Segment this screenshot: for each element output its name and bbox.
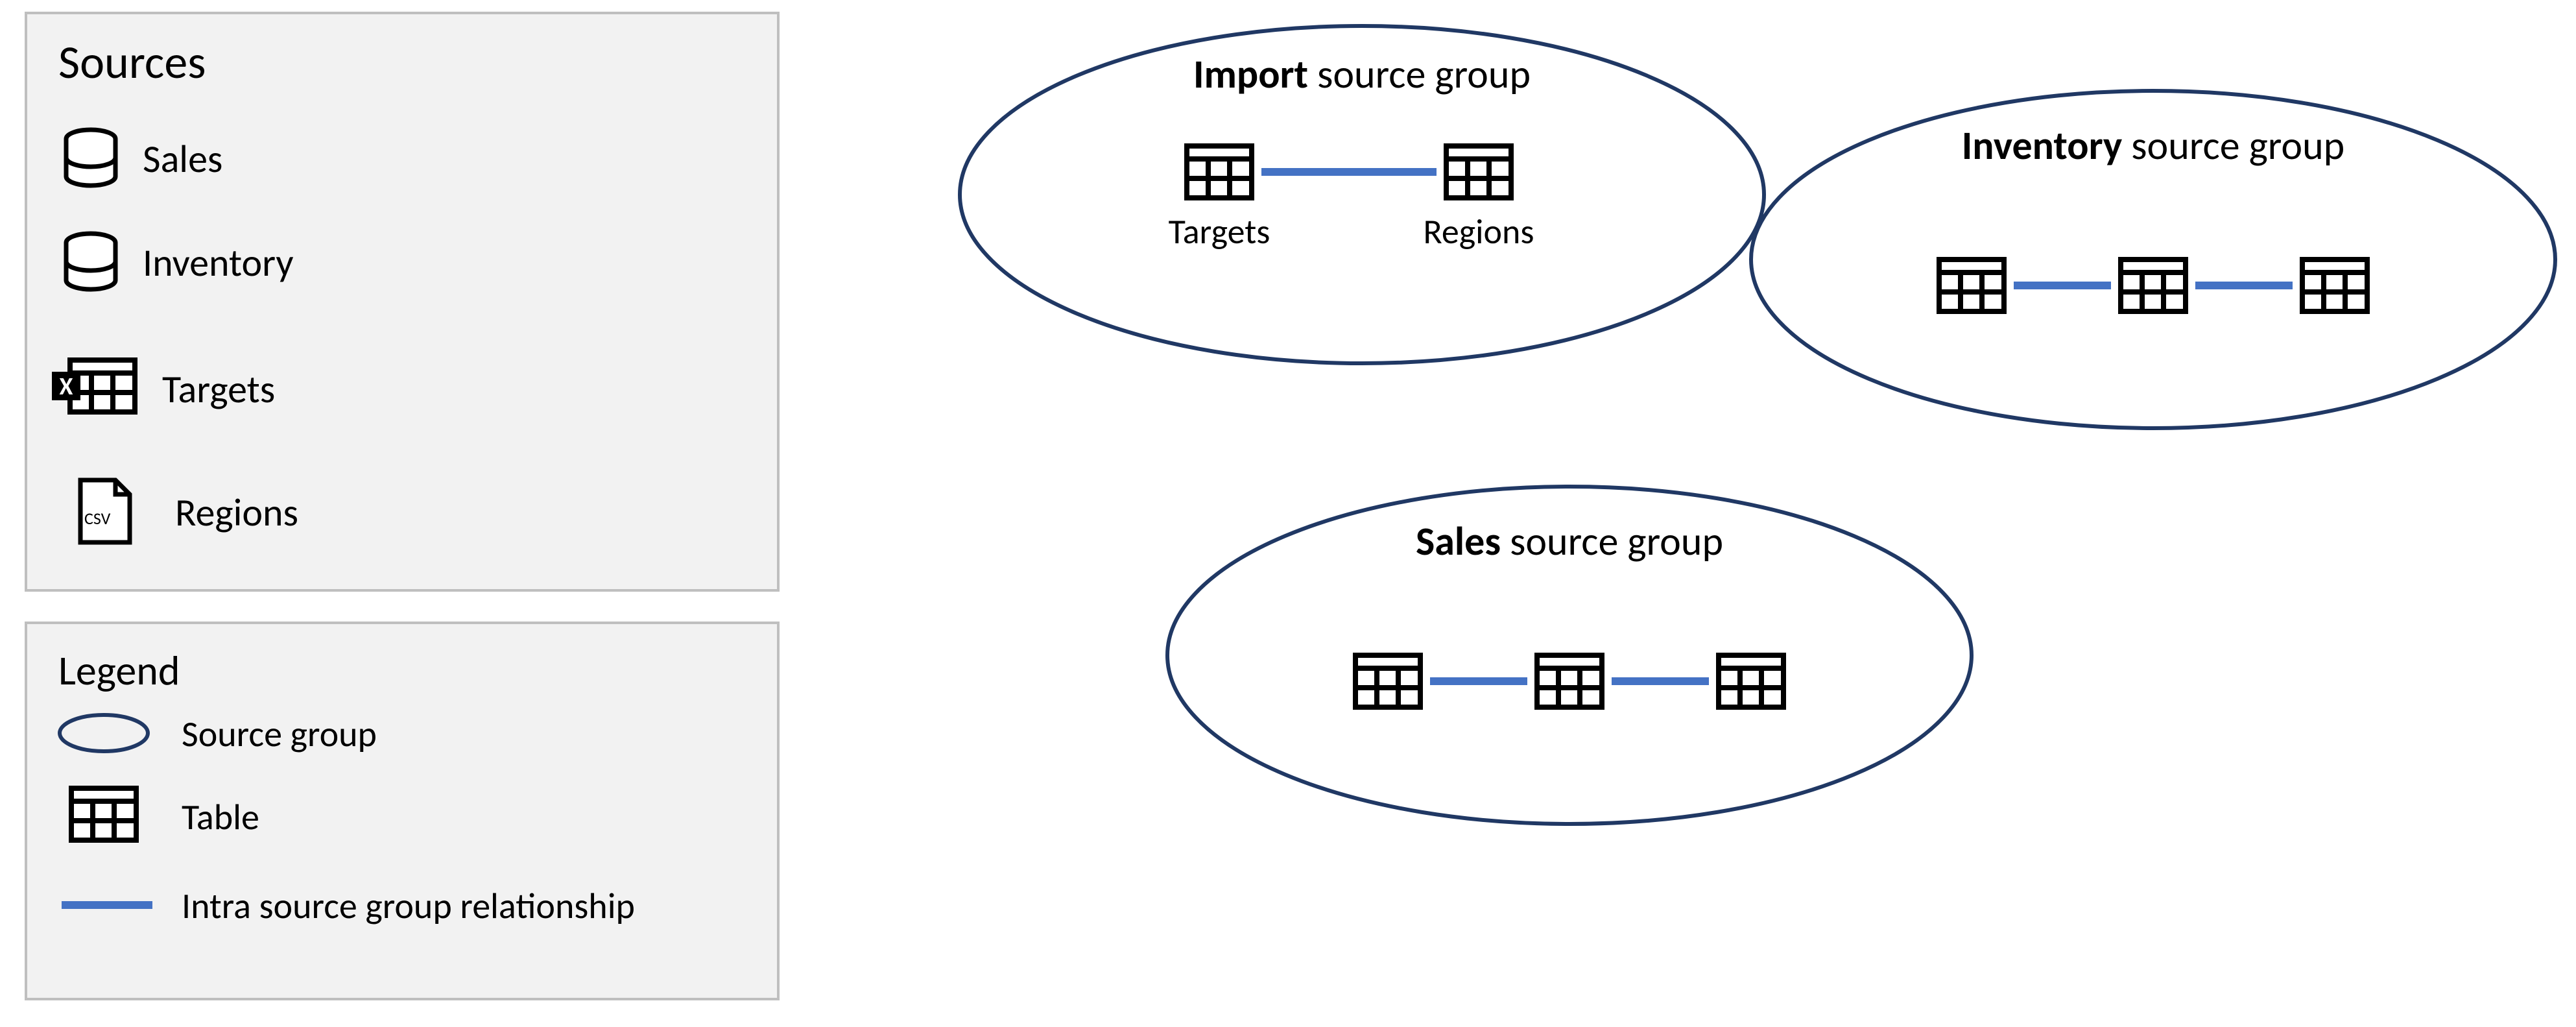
table-icon — [2302, 260, 2367, 311]
table-icon — [2121, 260, 2186, 311]
group-import: Import source group Targets Regions — [960, 26, 1764, 363]
legend-label: Intra source group relationship — [182, 884, 635, 928]
source-label: Inventory — [143, 239, 294, 287]
source-item-regions: Regions — [80, 480, 298, 542]
group-title: Import source group — [1193, 49, 1531, 99]
table-label: Targets — [1169, 210, 1270, 253]
table-icon — [1719, 655, 1783, 707]
table-label: Regions — [1423, 210, 1534, 253]
source-label: Regions — [175, 489, 298, 537]
source-label: Sales — [143, 136, 222, 183]
group-inventory: Inventory source group — [1751, 91, 2555, 428]
table-icon — [1355, 655, 1420, 707]
source-item-sales: Sales — [66, 130, 222, 186]
csv-icon — [80, 480, 130, 542]
source-item-targets: Targets — [52, 360, 275, 413]
database-icon — [66, 130, 115, 186]
sources-panel: Sources Sales Inventory Targets Regions — [26, 13, 778, 590]
legend-title: Legend — [58, 646, 180, 696]
group-sales: Sales source group — [1167, 487, 1972, 824]
diagram-root: X CSV Sources Sales Inventory Targets — [0, 0, 2576, 1027]
group-title: Inventory source group — [1962, 121, 2344, 170]
table-icon — [1446, 146, 1511, 198]
sources-title: Sources — [58, 34, 206, 91]
legend-panel: Legend Source group Table Intra source g… — [26, 623, 778, 999]
legend-label: Table — [182, 795, 259, 840]
database-icon — [66, 234, 115, 289]
legend-label: Source group — [182, 712, 377, 756]
source-item-inventory: Inventory — [66, 234, 294, 289]
table-icon — [1537, 655, 1602, 707]
table-icon — [71, 788, 136, 840]
group-title: Sales source group — [1416, 516, 1723, 566]
table-icon — [1939, 260, 2004, 311]
table-icon — [1187, 146, 1252, 198]
source-label: Targets — [162, 366, 275, 413]
